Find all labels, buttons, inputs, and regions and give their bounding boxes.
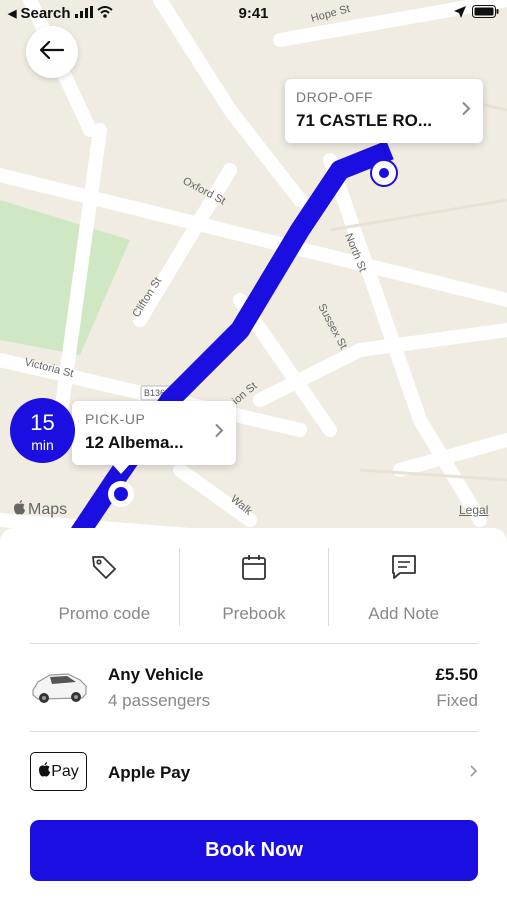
book-now-button[interactable]: Book Now	[30, 820, 478, 881]
back-button[interactable]	[26, 26, 78, 78]
clock: 9:41	[238, 5, 269, 22]
fare-type: Fixed	[436, 691, 478, 710]
note-icon	[329, 552, 478, 582]
eta-badge: 15 min	[10, 398, 75, 463]
chevron-right-icon	[214, 423, 224, 444]
tag-icon	[30, 552, 179, 582]
arrow-left-icon	[39, 40, 65, 64]
payment-label: Apple Pay	[108, 763, 191, 782]
dropoff-caption: DROP-OFF	[296, 89, 374, 105]
chevron-right-icon	[461, 101, 471, 122]
status-bar: ◀ Search 9:41	[0, 0, 507, 28]
chevron-right-icon	[469, 764, 478, 783]
apple-logo-icon	[38, 761, 51, 782]
eta-unit: min	[31, 437, 54, 453]
vehicle-name: Any Vehicle	[108, 665, 204, 684]
prebook-label: Prebook	[222, 604, 286, 623]
battery-icon	[472, 5, 499, 22]
divider	[30, 643, 478, 644]
apple-logo-icon	[13, 500, 26, 520]
payment-method-row[interactable]: Pay Apple Pay	[30, 748, 478, 796]
map-view[interactable]: Hope St Oxford St North St Sussex St Cli…	[0, 0, 507, 560]
prebook-button[interactable]: Prebook	[178, 548, 329, 626]
legal-link[interactable]: Legal	[459, 503, 488, 517]
trip-options: Promo code Prebook Add Note	[30, 548, 478, 626]
divider	[30, 731, 478, 732]
apple-pay-badge-text: Pay	[51, 762, 79, 780]
booking-sheet: Promo code Prebook Add Note Any Vehicle	[0, 528, 507, 900]
fare-price: £5.50	[435, 665, 478, 684]
pickup-callout[interactable]: PICK-UP 12 Albema...	[72, 401, 236, 474]
promo-code-label: Promo code	[58, 604, 151, 623]
maps-attribution: Maps	[13, 500, 67, 520]
add-note-label: Add Note	[368, 604, 440, 623]
eta-value: 15	[30, 410, 55, 435]
apple-pay-badge: Pay	[30, 752, 87, 791]
car-icon	[30, 662, 88, 713]
location-arrow-icon	[454, 5, 466, 22]
dropoff-address: 71 CASTLE RO...	[296, 111, 433, 130]
promo-code-button[interactable]: Promo code	[30, 548, 179, 626]
callout-tail	[112, 464, 130, 474]
dropoff-callout[interactable]: DROP-OFF 71 CASTLE RO...	[285, 79, 483, 143]
calendar-icon	[180, 552, 329, 582]
vehicle-passengers: 4 passengers	[108, 691, 211, 710]
vehicle-row[interactable]: Any Vehicle 4 passengers £5.50 Fixed	[30, 654, 478, 726]
add-note-button[interactable]: Add Note	[328, 548, 478, 626]
